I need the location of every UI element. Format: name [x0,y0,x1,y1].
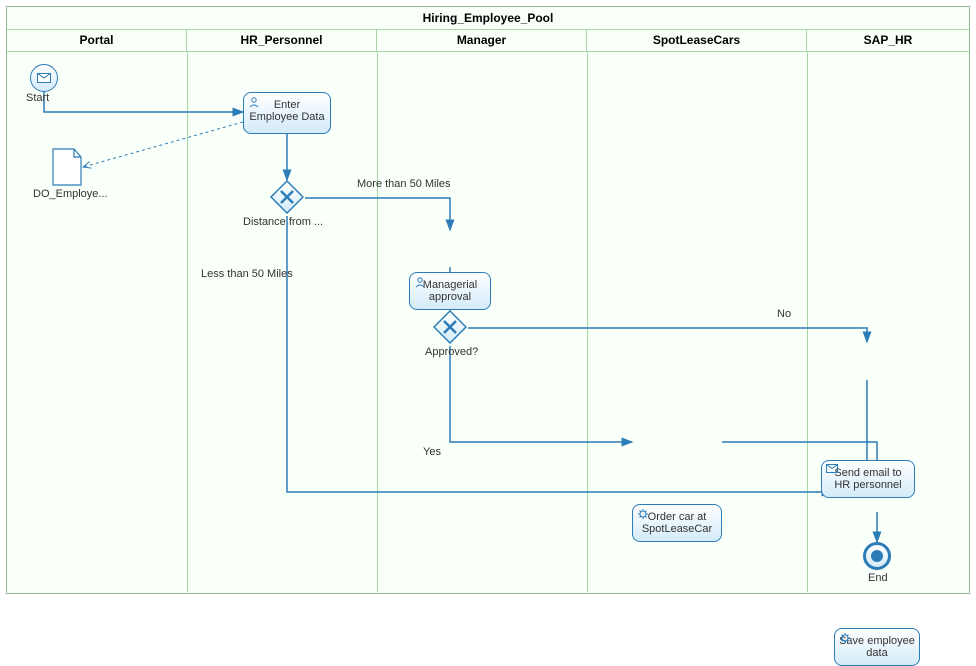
flow-label-less-50: Less than 50 Miles [201,268,293,280]
end-event[interactable] [863,542,891,570]
service-task-icon [637,508,649,520]
service-task-icon [839,632,851,644]
lanes-header: Portal HR_Personnel Manager SpotLeaseCar… [7,30,969,52]
gateway-distance[interactable] [270,180,304,214]
user-task-icon [414,276,426,288]
message-start-icon [30,64,58,92]
lane-divider [187,52,188,592]
user-task-icon [248,96,260,108]
end-label: End [868,572,888,584]
task-order-car[interactable]: Order car at SpotLeaseCar [632,504,722,542]
data-object-label: DO_Employe... [33,188,108,200]
task-managerial-approval[interactable]: Managerial approval [409,272,491,310]
flow-connectors [7,52,971,592]
pool-title: Hiring_Employee_Pool [7,7,969,30]
task-label: Order car at SpotLeaseCar [642,511,712,535]
gateway-distance-label: Distance from ... [243,216,323,228]
flow-label-more-50: More than 50 Miles [357,178,451,190]
lanes-body: Start DO_Employe... Enter Employee Data … [7,52,969,592]
task-label: Enter Employee Data [249,99,324,123]
exclusive-gateway-icon [433,310,467,344]
task-send-email[interactable]: Send email to HR personnel [821,460,915,498]
flow-label-yes: Yes [423,446,441,458]
lane-divider [587,52,588,592]
gateway-approved[interactable] [433,310,467,344]
send-task-icon [826,464,838,476]
exclusive-gateway-icon [270,180,304,214]
lane-divider [377,52,378,592]
gateway-approved-label: Approved? [425,346,478,358]
task-enter-employee-data[interactable]: Enter Employee Data [243,92,331,134]
start-label: Start [26,92,49,104]
bpmn-pool: Hiring_Employee_Pool Portal HR_Personnel… [6,6,970,594]
lane-header-spotlease: SpotLeaseCars [587,30,807,51]
terminate-end-icon [863,542,891,570]
flow-label-no: No [777,308,791,320]
lane-header-sap: SAP_HR [807,30,969,51]
task-label: Managerial approval [423,279,477,303]
start-event[interactable] [30,64,58,92]
lane-header-portal: Portal [7,30,187,51]
lane-header-hr: HR_Personnel [187,30,377,51]
data-object[interactable] [52,148,82,186]
lane-divider [807,52,808,592]
lane-header-manager: Manager [377,30,587,51]
task-save-employee-data[interactable]: Save employee data [834,628,920,666]
task-label: Send email to HR personnel [834,467,901,491]
document-icon [52,148,82,186]
